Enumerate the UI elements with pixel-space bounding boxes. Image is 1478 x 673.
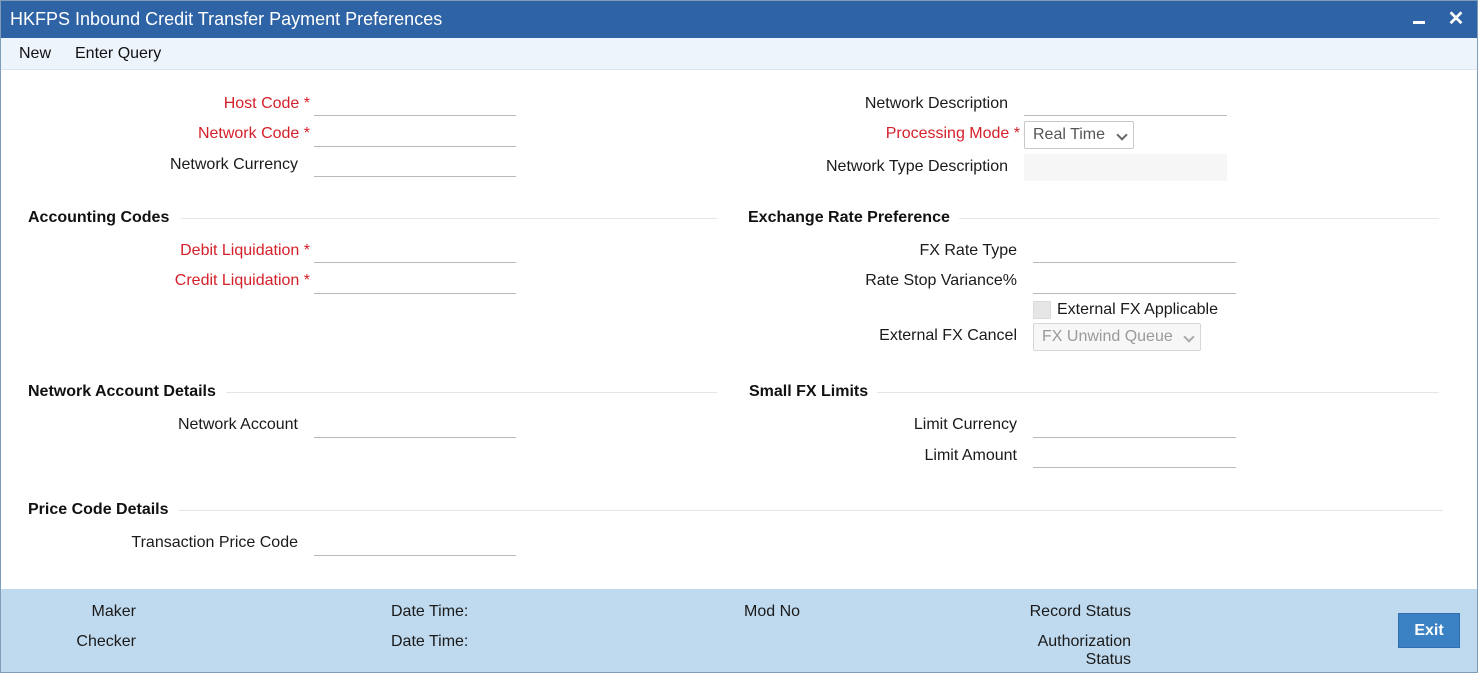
network-code-label: Network Code * bbox=[197, 125, 310, 142]
network-code-field[interactable] bbox=[314, 123, 516, 147]
fx-rate-type-label: FX Rate Type bbox=[919, 242, 1017, 259]
network-account-label: Network Account bbox=[177, 416, 298, 433]
external-fx-applicable-checkbox[interactable] bbox=[1033, 301, 1051, 319]
limit-currency-label: Limit Currency bbox=[913, 416, 1017, 433]
authorization-status-label: Authorization Status bbox=[1037, 633, 1131, 668]
minimize-icon[interactable] bbox=[1407, 7, 1431, 31]
limit-amount-field[interactable] bbox=[1033, 444, 1236, 468]
price-code-details-heading: Price Code Details bbox=[28, 501, 169, 518]
network-type-description-label: Network Type Description bbox=[826, 158, 1008, 175]
debit-liquidation-field[interactable] bbox=[314, 239, 516, 263]
debit-liquidation-label: Debit Liquidation * bbox=[180, 242, 310, 259]
required-marker: * bbox=[303, 272, 310, 289]
required-marker: * bbox=[303, 95, 310, 112]
menu-new[interactable]: New bbox=[19, 45, 51, 63]
maker-date-time-label: Date Time: bbox=[391, 603, 469, 620]
network-currency-field[interactable] bbox=[314, 153, 516, 177]
external-fx-cancel-label: External FX Cancel bbox=[879, 327, 1017, 344]
checker-date-time-label: Date Time: bbox=[391, 633, 469, 650]
processing-mode-select[interactable]: Real Time bbox=[1024, 121, 1134, 149]
rate-stop-variance-label: Rate Stop Variance% bbox=[865, 272, 1017, 289]
maker-label: Maker bbox=[91, 603, 136, 620]
audit-footer bbox=[1, 589, 1477, 672]
close-icon[interactable]: ✕ bbox=[1444, 7, 1468, 31]
limit-currency-field[interactable] bbox=[1033, 414, 1236, 438]
exit-button[interactable]: Exit bbox=[1398, 613, 1460, 648]
credit-liquidation-field[interactable] bbox=[314, 270, 516, 294]
chevron-down-icon bbox=[1116, 129, 1128, 141]
section-divider bbox=[959, 218, 1439, 219]
section-divider bbox=[179, 510, 1443, 511]
credit-liquidation-label: Credit Liquidation * bbox=[174, 272, 310, 289]
title-bar: HKFPS Inbound Credit Transfer Payment Pr… bbox=[1, 1, 1477, 38]
accounting-codes-heading: Accounting Codes bbox=[28, 209, 170, 226]
checker-label: Checker bbox=[76, 633, 136, 650]
fx-rate-type-field[interactable] bbox=[1033, 239, 1236, 263]
mod-no-label: Mod No bbox=[744, 603, 801, 620]
small-fx-limits-heading: Small FX Limits bbox=[749, 383, 869, 400]
transaction-price-code-field[interactable] bbox=[314, 532, 516, 556]
network-description-label: Network Description bbox=[864, 95, 1008, 112]
window-title: HKFPS Inbound Credit Transfer Payment Pr… bbox=[10, 9, 443, 29]
section-divider bbox=[877, 392, 1439, 393]
record-status-label: Record Status bbox=[1029, 603, 1131, 620]
external-fx-applicable-label: External FX Applicable bbox=[1057, 301, 1218, 318]
network-account-details-heading: Network Account Details bbox=[28, 383, 216, 400]
transaction-price-code-label: Transaction Price Code bbox=[131, 534, 298, 551]
network-description-field[interactable] bbox=[1024, 92, 1227, 116]
network-type-description-field bbox=[1024, 154, 1227, 181]
menu-bar: New Enter Query bbox=[1, 38, 1477, 70]
required-marker: * bbox=[303, 242, 310, 259]
limit-amount-label: Limit Amount bbox=[924, 447, 1017, 464]
rate-stop-variance-field[interactable] bbox=[1033, 270, 1236, 294]
exchange-rate-preference-heading: Exchange Rate Preference bbox=[748, 209, 950, 226]
menu-enter-query[interactable]: Enter Query bbox=[75, 45, 161, 63]
external-fx-cancel-select[interactable]: FX Unwind Queue bbox=[1033, 323, 1201, 351]
host-code-label: Host Code * bbox=[223, 95, 310, 112]
section-divider bbox=[181, 218, 717, 219]
required-marker: * bbox=[303, 125, 310, 142]
section-divider bbox=[226, 392, 717, 393]
required-marker: * bbox=[1013, 125, 1020, 142]
chevron-down-icon bbox=[1183, 331, 1195, 343]
network-account-field[interactable] bbox=[314, 414, 516, 438]
payment-preferences-window: HKFPS Inbound Credit Transfer Payment Pr… bbox=[0, 0, 1478, 673]
host-code-field[interactable] bbox=[314, 92, 516, 116]
network-currency-label: Network Currency bbox=[169, 156, 298, 173]
processing-mode-label: Processing Mode * bbox=[885, 125, 1020, 142]
